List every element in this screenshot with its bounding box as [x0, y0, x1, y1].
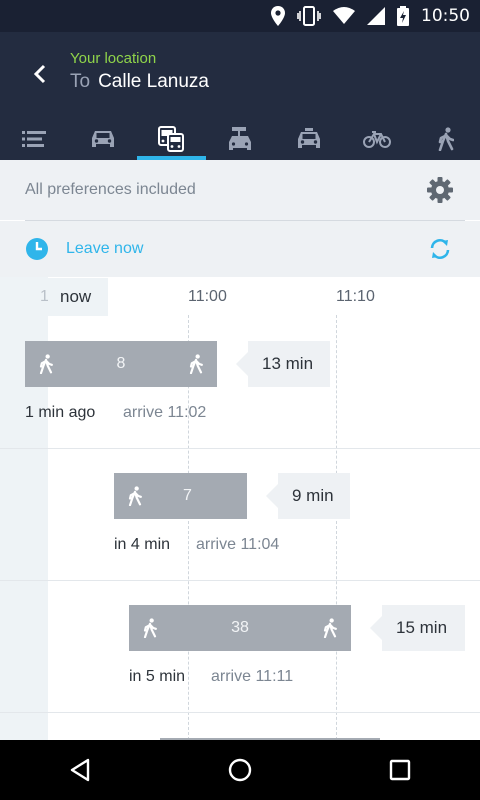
list-icon — [22, 131, 47, 147]
duration-badge: 9 min — [266, 473, 350, 519]
origin-label[interactable]: Your location — [70, 50, 156, 67]
car-icon — [91, 131, 114, 147]
recents-square-icon — [389, 759, 411, 781]
nav-recents-button[interactable] — [320, 740, 480, 800]
route-option[interactable]: 7 9 min in 4 min arrive 11:04 — [0, 449, 480, 581]
route-bar[interactable]: 38 — [129, 605, 351, 651]
back-triangle-icon — [70, 758, 90, 782]
tick-label: 11:00 — [188, 288, 227, 305]
back-button[interactable] — [22, 56, 58, 92]
trip-timeline: 1 now 11:00 11:10 8 13 min 1 min ago arr… — [0, 277, 480, 740]
line-number: 7 — [183, 487, 192, 504]
signal-icon — [367, 7, 385, 25]
line-number: 38 — [231, 619, 249, 636]
destination-row[interactable]: To Calle Lanuza — [70, 71, 209, 93]
clock-icon — [26, 238, 48, 260]
refresh-icon[interactable] — [428, 237, 452, 261]
tab-taxi[interactable] — [274, 118, 343, 160]
walk-icon — [128, 486, 142, 506]
tab-bicycle[interactable] — [343, 118, 412, 160]
route-bar[interactable]: 8 — [25, 341, 217, 387]
to-prefix: To — [70, 71, 91, 92]
tab-car-sharing[interactable] — [206, 118, 275, 160]
leave-time-row[interactable]: Leave now — [0, 221, 480, 277]
route-bar[interactable]: 7 — [114, 473, 247, 519]
walk-icon — [189, 354, 203, 374]
system-nav-bar — [0, 740, 480, 800]
transport-mode-tabs — [0, 118, 480, 160]
arrival-time: arrive 11:04 — [196, 536, 280, 553]
location-icon — [271, 6, 285, 26]
wifi-icon — [333, 7, 355, 24]
now-marker: now — [48, 278, 108, 316]
walk-icon — [143, 618, 157, 638]
destination-label: Calle Lanuza — [98, 71, 209, 92]
walk-icon — [39, 354, 53, 374]
leave-now-label: Leave now — [66, 240, 144, 257]
departure-time: 1 min ago — [25, 404, 96, 421]
battery-charging-icon — [397, 6, 409, 26]
tab-car[interactable] — [69, 118, 138, 160]
car-sharing-icon — [229, 127, 252, 150]
departure-time: in 4 min — [114, 536, 171, 553]
status-bar: 10:50 — [0, 0, 480, 32]
home-circle-icon — [228, 758, 252, 782]
transit-icon — [158, 126, 185, 152]
route-option[interactable]: 8 13 min 1 min ago arrive 11:02 — [0, 317, 480, 449]
tab-transit[interactable] — [137, 118, 206, 160]
tab-walk[interactable] — [411, 118, 480, 160]
gear-icon — [427, 177, 453, 203]
preferences-label: All preferences included — [25, 181, 196, 198]
walk-icon — [323, 618, 337, 638]
line-number: 8 — [116, 355, 126, 372]
chevron-left-icon — [33, 64, 46, 84]
route-option[interactable]: 38 15 min in 5 min arrive 11:11 — [0, 581, 480, 713]
route-header: Your location To Calle Lanuza — [0, 32, 480, 160]
duration-badge: 15 min — [370, 605, 465, 651]
nav-back-button[interactable] — [0, 740, 160, 800]
duration-badge: 13 min — [236, 341, 330, 387]
walk-icon — [438, 127, 454, 151]
tick-label: 11:10 — [336, 288, 375, 305]
arrival-time: arrive 11:02 — [123, 404, 207, 421]
settings-button[interactable] — [426, 176, 454, 209]
preferences-row[interactable]: All preferences included — [0, 160, 480, 220]
bicycle-icon — [363, 131, 392, 148]
tab-all[interactable] — [0, 118, 69, 160]
taxi-icon — [297, 128, 320, 148]
arrival-time: arrive 11:11 — [211, 668, 294, 685]
departure-time: in 5 min — [129, 668, 186, 685]
nav-home-button[interactable] — [160, 740, 320, 800]
vibrate-icon — [297, 6, 321, 26]
clock-time: 10:50 — [421, 6, 470, 26]
